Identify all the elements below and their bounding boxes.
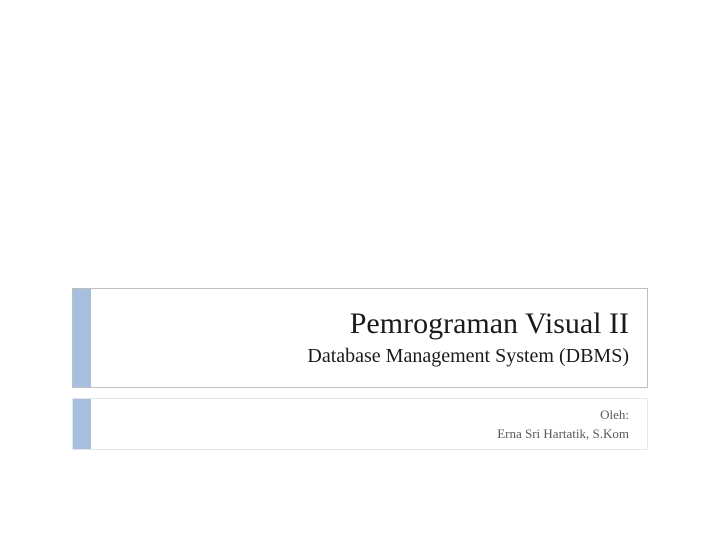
title-accent-bar bbox=[73, 289, 91, 387]
author-content: Oleh: Erna Sri Hartatik, S.Kom bbox=[91, 399, 647, 449]
title-block: Pemrograman Visual II Database Managemen… bbox=[72, 288, 648, 388]
author-accent-bar bbox=[73, 399, 91, 449]
slide-subtitle: Database Management System (DBMS) bbox=[307, 342, 629, 370]
author-block: Oleh: Erna Sri Hartatik, S.Kom bbox=[72, 398, 648, 450]
slide-title: Pemrograman Visual II bbox=[350, 306, 629, 342]
author-name: Erna Sri Hartatik, S.Kom bbox=[497, 424, 629, 444]
author-label: Oleh: bbox=[600, 405, 629, 425]
title-content: Pemrograman Visual II Database Managemen… bbox=[91, 289, 647, 387]
